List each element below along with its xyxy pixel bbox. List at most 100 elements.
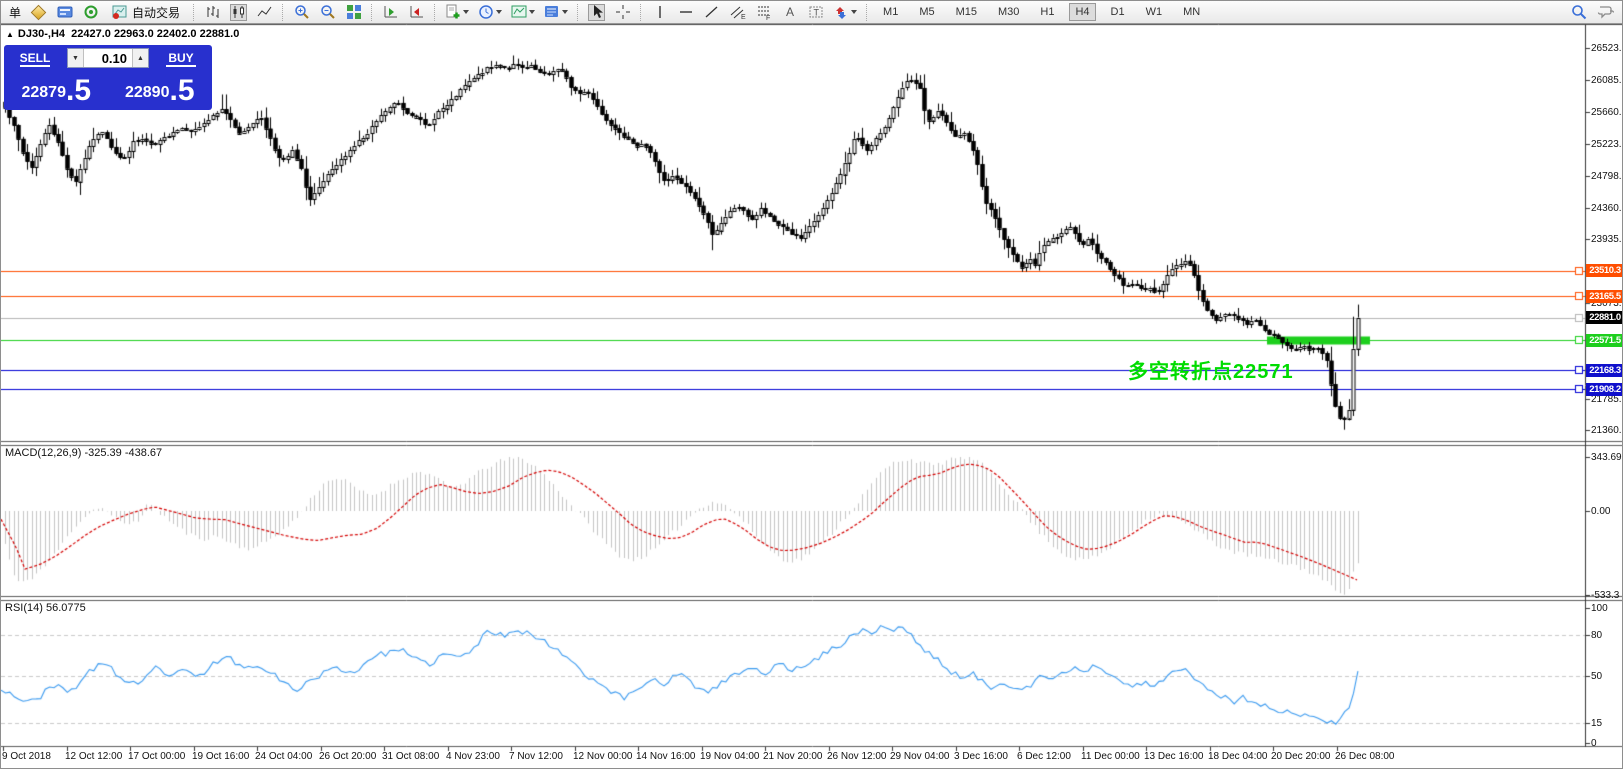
price-axis-tick: 26085.5 (1591, 75, 1622, 87)
price-line-label[interactable]: 23510.3 (1586, 264, 1622, 278)
time-axis-label: 7 Nov 12:00 (509, 751, 563, 762)
time-axis-label: 14 Nov 16:00 (636, 751, 696, 762)
buy-button[interactable]: BUY (152, 47, 210, 69)
toolbar-separator (434, 3, 436, 21)
signal-icon[interactable] (82, 4, 99, 21)
toolbar-group-zoom (286, 4, 369, 21)
price-line-label[interactable]: 22881.0 (1586, 311, 1622, 324)
arrows-icon (836, 7, 847, 19)
sell-button[interactable]: SELL (6, 47, 64, 69)
buy-price-main: 22890 (124, 84, 170, 101)
price-axis-tick: 21360.5 (1591, 425, 1622, 437)
toolbar-group-main: 单 自动交易 (1, 3, 191, 22)
rsi-axis-tick: 0 (1591, 738, 1597, 749)
tf-button-M5[interactable]: M5 (913, 3, 940, 21)
horizontal-line-tool-icon[interactable] (677, 4, 694, 21)
period-menu-button[interactable] (478, 4, 503, 20)
text-tool-icon[interactable]: A (781, 4, 798, 21)
candlestick-chart-icon[interactable] (230, 3, 248, 21)
svg-text:A: A (786, 5, 794, 19)
price-axis-tick: 25660.5 (1591, 106, 1622, 118)
tf-button-M1[interactable]: M1 (877, 3, 904, 21)
arrows-menu-button[interactable] (833, 4, 858, 20)
time-axis-label: 11 Dec 00:00 (1081, 751, 1140, 762)
toolbar-group-draw: E F A T (644, 4, 864, 21)
toolbar-separator (866, 3, 868, 21)
collapse-panel-icon[interactable]: ▲ (6, 30, 14, 39)
time-axis-label: 4 Nov 23:00 (446, 751, 500, 762)
time-axis-label: 26 Nov 12:00 (827, 751, 887, 762)
tf-button-H1[interactable]: H1 (1034, 3, 1060, 21)
tf-button-D1[interactable]: D1 (1105, 3, 1131, 21)
price-axis-tick: 24360.5 (1591, 203, 1622, 215)
toolbar-separator (193, 3, 195, 21)
time-axis-label: 17 Oct 00:00 (128, 751, 186, 762)
price-axis-tick: 23935.5 (1591, 234, 1622, 246)
zoom-out-icon[interactable] (319, 4, 336, 21)
line-chart-icon[interactable] (256, 4, 273, 21)
volume-input[interactable]: 0.10 (84, 49, 132, 67)
trendline-tool-icon[interactable] (703, 4, 720, 21)
tf-button-MN[interactable]: MN (1177, 3, 1206, 21)
time-axis-label: 19 Nov 04:00 (700, 751, 760, 762)
rsi-axis-tick: 15 (1591, 717, 1603, 729)
autotrading-button[interactable]: 自动交易 (108, 3, 184, 22)
pivot-annotation-text[interactable]: 多空转折点22571 (1128, 355, 1294, 384)
chevron-down-icon (529, 10, 536, 14)
channel-tool-icon[interactable]: E (729, 4, 746, 21)
buy-price-box[interactable]: 22890.5 (110, 71, 211, 108)
volume-decrease-button[interactable]: ▼ (68, 49, 84, 67)
fibonacci-tool-icon[interactable]: F (755, 4, 772, 21)
rsi-axis-tick: 80 (1591, 630, 1603, 641)
template-icon (545, 6, 559, 17)
clock-icon (479, 5, 493, 19)
crosshair-tool-icon[interactable] (614, 4, 631, 21)
tf-button-M15[interactable]: M15 (950, 3, 983, 21)
zoom-in-icon[interactable] (293, 4, 310, 21)
tf-button-M30[interactable]: M30 (992, 3, 1025, 21)
time-axis-label: 13 Dec 16:00 (1144, 751, 1204, 762)
toolbar-separator (282, 3, 284, 21)
cursor-tool-icon[interactable] (588, 3, 606, 21)
vertical-line-tool-icon[interactable] (651, 4, 668, 21)
templates-menu-button[interactable] (544, 4, 569, 20)
toolbar-right-group (1570, 4, 1622, 21)
indicators-menu-button[interactable] (511, 4, 536, 20)
tf-button-W1[interactable]: W1 (1140, 3, 1169, 21)
tf-button-H4[interactable]: H4 (1069, 3, 1096, 21)
bar-chart-icon[interactable] (204, 4, 221, 21)
time-axis-label: 29 Nov 04:00 (890, 751, 950, 762)
profile-icon[interactable] (30, 4, 47, 21)
price-line-label[interactable]: 21908.2 (1586, 382, 1622, 396)
chart-canvas[interactable] (1, 1, 1622, 768)
price-axis-tick: 25223.0 (1591, 139, 1622, 151)
time-axis-label: 21 Nov 20:00 (763, 751, 823, 762)
new-order-menu-button[interactable] (445, 4, 470, 20)
text-label-tool-icon[interactable]: T (807, 4, 824, 21)
toolbar-separator (371, 3, 373, 21)
tile-windows-icon[interactable] (345, 4, 362, 21)
volume-increase-button[interactable]: ▲ (132, 49, 148, 67)
new-order-icon (446, 4, 460, 19)
macd-axis-tick: -533.3 (1591, 589, 1620, 601)
svg-text:T: T (813, 8, 819, 18)
price-line-label[interactable]: 22571.5 (1586, 333, 1622, 347)
toolbar-group-chart-type (197, 3, 280, 21)
time-axis-label: 9 Oct 2018 (2, 751, 51, 762)
price-line-label[interactable]: 22168.3 (1586, 363, 1622, 377)
chart-symbol-title: ▲ DJ30-,H4 22427.0 22963.0 22402.0 22881.… (6, 28, 239, 40)
trading-platform-window: 单 自动交易 E F A T M1 M5 M15 M30 H1 H4 D1 W1… (0, 0, 1623, 769)
svg-text:F: F (766, 15, 770, 20)
chat-icon[interactable] (1597, 4, 1614, 21)
chart-shift-icon[interactable] (408, 4, 425, 21)
auto-scroll-icon[interactable] (382, 4, 399, 21)
chevron-down-icon (463, 10, 470, 14)
search-icon[interactable] (1570, 4, 1587, 21)
sell-price-box[interactable]: 22879.5 (6, 71, 107, 108)
price-line-label[interactable]: 23165.5 (1586, 289, 1622, 303)
terminal-icon[interactable] (56, 4, 73, 21)
new-order-button[interactable]: 单 (9, 4, 21, 21)
toolbar-group-objects (438, 4, 575, 20)
gold-diamond-icon (30, 4, 47, 20)
time-axis-label: 26 Oct 20:00 (319, 751, 377, 762)
